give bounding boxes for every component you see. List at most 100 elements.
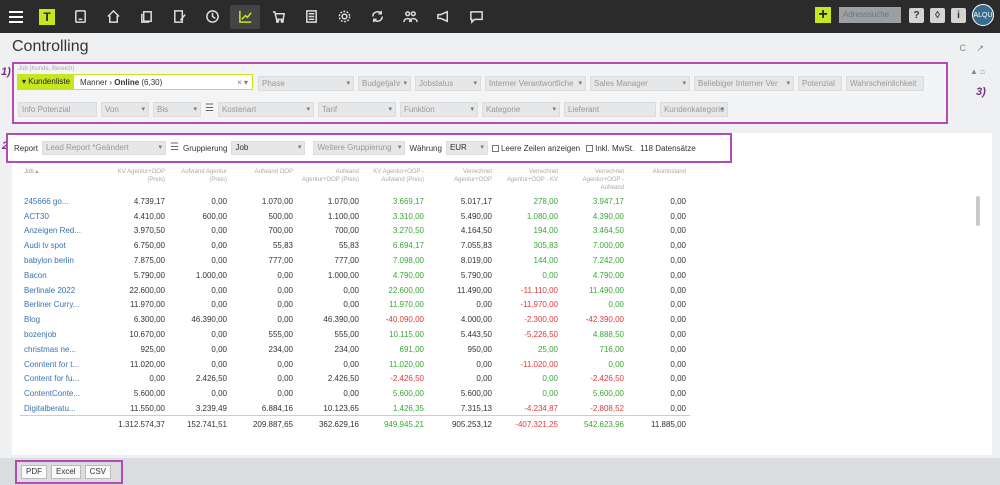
table-row[interactable]: 245666 go... 4.739,17 0,00 1.070,00 1.070,00… — [20, 194, 690, 209]
filter-phase[interactable]: Phase ▾ — [258, 76, 354, 91]
filter-supplier[interactable]: Lieferant — [563, 102, 656, 117]
filter-internal-responsible[interactable]: Interner Verantwortliche ▾ — [485, 76, 586, 91]
job-link[interactable]: babylon berlin — [20, 253, 98, 268]
bell-icon[interactable]: ◊ — [930, 7, 945, 23]
job-link[interactable]: Bacon — [20, 268, 98, 283]
column-header[interactable]: Verrechnet Agentur+OOP - KV — [496, 166, 562, 194]
table-row[interactable]: babylon berlin 7.875,00 0,00 777,00 777,00 7.… — [20, 253, 690, 268]
table-row[interactable]: bozenjob 10.670,00 0,00 555,00 555,00 10.115,… — [20, 327, 690, 342]
table-scrollbar[interactable] — [976, 196, 980, 226]
chat-icon[interactable] — [461, 5, 491, 29]
title-action-icons[interactable]: C ↗ — [959, 43, 988, 54]
table-row[interactable]: Conntent for t... 11.020,00 0,00 0,00 0,00 11… — [20, 357, 690, 372]
clear-filter-icon[interactable]: × ▾ — [237, 78, 248, 87]
job-link[interactable]: Content for fu... — [20, 372, 98, 387]
filter-tariff[interactable]: Tarif ▾ — [317, 102, 396, 117]
table-row[interactable]: Berlinale 2022 22.600,00 0,00 0,00 0,00 22.60… — [20, 283, 690, 298]
currency-select[interactable]: EUR ▾ — [445, 141, 488, 155]
column-header[interactable]: Job ▴ — [20, 166, 98, 194]
add-icon[interactable]: + — [815, 7, 831, 23]
job-link[interactable]: Berliner Curry... — [20, 298, 98, 313]
column-header[interactable]: KV Agentur+OOP - Aufwand (Preis) — [363, 166, 428, 194]
vat-checkbox[interactable]: Inkl. MwSt. — [586, 144, 634, 153]
documents-icon[interactable] — [131, 5, 161, 29]
filter-budget-year[interactable]: Budgetjahr ▾ — [358, 76, 411, 91]
filter-any-internal[interactable]: Beliebiger Interner Ver ▾ — [694, 76, 794, 91]
filter-probability[interactable]: Wahrscheinlichkeit — [846, 76, 924, 91]
filter-sales-manager[interactable]: Sales Manager ▾ — [590, 76, 690, 91]
table-row[interactable]: Digitalberatu... 11.550,00 3.239,49 6.884,1… — [20, 401, 690, 416]
cart-icon[interactable] — [263, 5, 293, 29]
megaphone-icon[interactable] — [428, 5, 458, 29]
more-grouping-select[interactable]: Weitere Gruppierung ▾ — [313, 141, 406, 155]
customer-filter[interactable]: ▾ Kundenliste Manner › Online (6,30) × ▾ — [17, 74, 253, 90]
list-icon[interactable]: ☰ — [170, 141, 179, 155]
app-logo[interactable]: T — [39, 8, 55, 25]
empty-rows-checkbox[interactable]: Leere Zeilen anzeigen — [491, 144, 580, 153]
job-link[interactable]: bozenjob — [20, 327, 98, 342]
clock-icon[interactable] — [197, 5, 227, 29]
filter-customer-category[interactable]: Kundenkategorie ▾ — [659, 102, 728, 117]
table-row[interactable]: Content for fu... 0,00 2.426,50 0,00 2.426,5… — [20, 372, 690, 387]
menu-icon[interactable] — [9, 8, 23, 26]
table-row[interactable]: Blog 6.300,00 46.390,00 0,00 46.390,00 -40.09… — [20, 312, 690, 327]
table-row[interactable]: Anzeigen Red... 3.970,50 0,00 700,00 700,00 3… — [20, 224, 690, 239]
collapse-filter-icons[interactable]: ▲ ⌂ — [970, 67, 998, 79]
gear-icon[interactable] — [329, 5, 359, 29]
help-button[interactable]: ? — [909, 7, 924, 23]
job-link[interactable]: ACT30 — [20, 209, 98, 224]
table-row[interactable]: Audi tv spot 6.750,00 0,00 55,83 55,83 6.694,… — [20, 238, 690, 253]
job-link[interactable]: 245666 go... — [20, 194, 98, 209]
filter-to-date[interactable]: Bis ▾ — [153, 102, 201, 117]
filter-cost-type[interactable]: Kostenart ▾ — [217, 102, 314, 117]
table-cell: 0,00 — [542, 270, 558, 280]
job-link[interactable]: Conntent for t... — [20, 357, 98, 372]
house-icon[interactable] — [98, 5, 128, 29]
column-header[interactable]: Aufwand Agentur (Preis) — [169, 166, 231, 194]
table-row[interactable]: Berliner Curry... 11.970,00 0,00 0,00 0,00 11… — [20, 298, 690, 313]
export-pdf-button[interactable]: PDF — [21, 465, 47, 479]
filter-from-date[interactable]: Von ▾ — [101, 102, 149, 117]
table-row[interactable]: christmas ne... 925,00 0,00 234,00 234,00 691… — [20, 342, 690, 357]
table-row[interactable]: ContentConte... 5.600,00 0,00 0,00 0,00 5.600… — [20, 386, 690, 401]
job-link[interactable]: Berlinale 2022 — [20, 283, 98, 298]
tablet-icon[interactable] — [65, 5, 95, 29]
sync-icon[interactable] — [362, 5, 392, 29]
chart-icon[interactable] — [230, 4, 260, 29]
info-button[interactable]: i — [951, 7, 966, 23]
filter-supplier-label: Lieferant — [567, 105, 600, 114]
column-header[interactable]: Aufwand Agentur+OOP (Preis) — [297, 166, 363, 194]
filter-function[interactable]: Funktion ▾ — [399, 102, 478, 117]
column-header[interactable]: KV Agentur+OOP (Preis) — [98, 166, 169, 194]
job-link[interactable]: christmas ne... — [20, 342, 98, 357]
filter-job-status[interactable]: Jobstatus ▾ — [415, 76, 481, 91]
job-link[interactable]: Anzeigen Red... — [20, 224, 98, 239]
export-csv-button[interactable]: CSV — [84, 465, 112, 479]
avatar[interactable]: ALQU — [972, 4, 994, 26]
report-select[interactable]: Lead Report *Geändert ▾ — [42, 141, 167, 155]
table-cell: 1.100,00 — [327, 211, 359, 221]
list-icon[interactable]: ☰ — [205, 102, 214, 117]
table-row[interactable]: ACT30 4.410,00 600,00 500,00 1.100,00 3.310,0… — [20, 209, 690, 224]
export-excel-button[interactable]: Excel — [51, 465, 81, 479]
column-header[interactable]: Verrechnet Agentur+OOP — [428, 166, 496, 194]
filter-category[interactable]: Kategorie ▾ — [481, 102, 560, 117]
job-link[interactable]: Digitalberatu... — [20, 401, 98, 416]
team-icon[interactable] — [395, 5, 425, 29]
grouping-select[interactable]: Job ▾ — [231, 141, 306, 155]
job-link[interactable]: Blog — [20, 312, 98, 327]
table-cell: 11.970,00 — [389, 300, 424, 310]
job-link[interactable]: Audi tv spot — [20, 238, 98, 253]
column-header[interactable]: Akontostand — [628, 166, 690, 194]
customer-list-chip[interactable]: ▾ Kundenliste — [18, 75, 75, 89]
table-row[interactable]: Bacon 5.790,00 1.000,00 0,00 1.000,00 4.790,0… — [20, 268, 690, 283]
column-header[interactable]: Verrechnet Agentur+OOP - Aufwand — [562, 166, 628, 194]
invoice-icon[interactable] — [296, 5, 326, 29]
address-search-input[interactable] — [839, 7, 901, 23]
edit-icon[interactable] — [164, 5, 194, 29]
filter-info-potential[interactable]: Info Potenzial — [18, 102, 97, 117]
total-cell: 542.623,96 — [562, 415, 628, 432]
column-header[interactable]: Aufwand OOP — [231, 166, 297, 194]
job-link[interactable]: ContentConte... — [20, 386, 98, 401]
filter-potential[interactable]: Potenzial — [798, 76, 842, 91]
